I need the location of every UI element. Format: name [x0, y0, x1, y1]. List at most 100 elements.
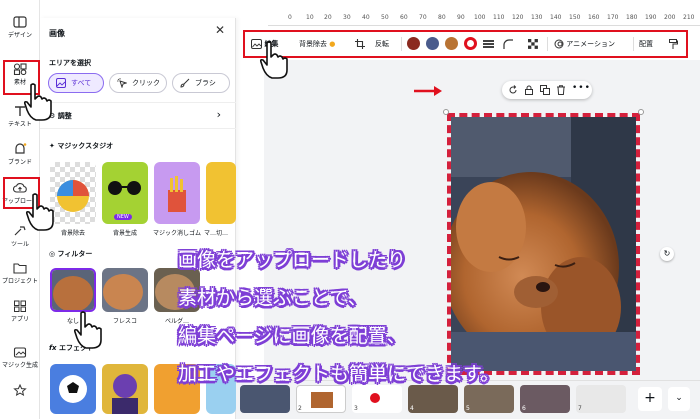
thumb-caption: マ…切…	[203, 230, 228, 237]
position-button[interactable]: 配置	[639, 32, 653, 56]
top-ruler: 0 10 20 30 40 50 60 70 80 90 100 110 120…	[268, 12, 700, 26]
selected-dog-photo[interactable]	[447, 113, 640, 375]
new-badge: NEW	[114, 214, 132, 220]
bg-remove-button[interactable]: 背景除去 ●	[299, 32, 335, 56]
resize-handle[interactable]	[638, 109, 644, 115]
corner-radius-button[interactable]	[503, 32, 513, 56]
chip-click[interactable]: クリック	[109, 73, 167, 93]
transparency-button[interactable]	[528, 32, 538, 56]
ruler-tick: 70	[419, 14, 427, 21]
page-thumb[interactable]	[240, 385, 290, 413]
thumb-caption: フレスコ	[112, 318, 137, 325]
folder-icon	[13, 263, 27, 274]
crop-icon	[355, 39, 365, 49]
caption-line: 編集ページに画像を配置、	[178, 325, 406, 347]
brush-icon	[180, 78, 190, 88]
rail-item-starred[interactable]	[0, 384, 40, 398]
ruler-tick: 200	[664, 14, 676, 21]
resize-handle[interactable]	[443, 109, 449, 115]
ruler-tick: 40	[362, 14, 370, 21]
portrait-image	[112, 374, 138, 414]
magic-bg-generate-thumb[interactable]: NEW	[102, 162, 148, 224]
close-icon[interactable]: ✕	[215, 23, 225, 37]
chip-label: すべて	[71, 79, 92, 87]
ruler-tick: 170	[607, 14, 619, 21]
ruler-tick: 0	[288, 14, 292, 21]
rotate-icon[interactable]	[508, 85, 518, 95]
page-number: 7	[578, 405, 582, 412]
page-number: 4	[410, 405, 414, 412]
trash-icon[interactable]	[556, 85, 566, 95]
ruler-tick: 80	[438, 14, 446, 21]
bg-remove-label: 背景除去	[299, 40, 327, 48]
copy-style-button[interactable]	[669, 32, 678, 56]
animate-button[interactable]: アニメーション	[554, 32, 615, 56]
ruler-tick: 50	[381, 14, 389, 21]
lock-icon[interactable]	[524, 85, 534, 95]
sparkle-icon: ✦	[49, 142, 55, 150]
magic-grab-thumb[interactable]	[206, 162, 236, 224]
ruler-tick: 90	[457, 14, 465, 21]
rail-label: ブランド	[7, 159, 32, 166]
magic-studio-header: ✦ マジックスタジオ	[49, 141, 113, 151]
rail-item-projects[interactable]: プロジェクト	[0, 262, 40, 285]
ruler-tick: 150	[569, 14, 581, 21]
caption-line: 素材から選ぶことで、	[178, 287, 367, 309]
paint-roller-icon	[669, 38, 678, 49]
border-color-swatch[interactable]	[464, 37, 477, 50]
page-number: 6	[522, 405, 526, 412]
ruler-tick: 190	[645, 14, 657, 21]
thumb-caption: 背景生成	[112, 230, 137, 237]
crop-button[interactable]	[355, 32, 365, 56]
transparency-icon	[528, 39, 538, 49]
rail-item-design[interactable]: デザイン	[0, 16, 40, 39]
chip-brush[interactable]: ブラシ	[172, 73, 230, 93]
more-icon[interactable]: •••	[572, 83, 591, 93]
select-area-label: エリアを選択	[49, 59, 91, 67]
rail-label: ツール	[10, 241, 29, 248]
star-icon	[13, 384, 27, 396]
page-menu-button[interactable]: ⌄	[668, 387, 690, 411]
flip-button[interactable]: 反転	[375, 32, 389, 56]
rotate-handle[interactable]: ↻	[660, 247, 674, 261]
magic-eraser-thumb[interactable]	[154, 162, 200, 224]
chevron-right-icon[interactable]: ›	[217, 108, 221, 121]
color-swatch[interactable]	[445, 37, 458, 50]
effect-thumb[interactable]	[50, 364, 96, 414]
color-swatch[interactable]	[426, 37, 439, 50]
rail-item-apps[interactable]: アプリ	[0, 300, 40, 323]
page-thumb[interactable]	[352, 385, 402, 413]
filter-label: フィルター	[57, 250, 93, 258]
page-thumb[interactable]	[464, 385, 514, 413]
animate-label: アニメーション	[566, 40, 615, 48]
filter-fresco-thumb[interactable]	[102, 268, 148, 312]
ruler-tick: 110	[493, 14, 505, 21]
page-number: 2	[298, 405, 302, 412]
filter-icon: ◎	[49, 250, 56, 258]
divider	[633, 37, 634, 51]
ruler-tick: 210	[683, 14, 695, 21]
brand-icon	[15, 143, 27, 154]
ruler-tick: 140	[550, 14, 562, 21]
page-thumb[interactable]	[408, 385, 458, 413]
color-swatch[interactable]	[407, 37, 420, 50]
page-thumb[interactable]	[296, 385, 346, 413]
ruler-tick: 130	[531, 14, 543, 21]
rail-item-magic-media[interactable]: マジック生成	[0, 346, 40, 369]
chip-label: クリック	[132, 79, 160, 87]
page-thumb[interactable]	[576, 385, 626, 413]
add-page-button[interactable]: +	[638, 387, 662, 411]
chip-all[interactable]: すべて	[48, 73, 104, 93]
filter-none-thumb[interactable]	[50, 268, 96, 312]
page-thumb[interactable]	[520, 385, 570, 413]
border-style-button[interactable]	[483, 32, 494, 56]
ruler-tick: 100	[474, 14, 486, 21]
border-style-icon	[483, 40, 494, 48]
duplicate-icon[interactable]	[540, 85, 550, 95]
caption-line: 画像をアップロードしたり	[178, 249, 407, 271]
effect-thumb[interactable]	[102, 364, 148, 414]
rail-item-brand[interactable]: ブランド	[0, 143, 40, 166]
ruler-tick: 10	[306, 14, 314, 21]
ruler-tick: 20	[324, 14, 332, 21]
panel-title: 画像	[49, 29, 65, 38]
